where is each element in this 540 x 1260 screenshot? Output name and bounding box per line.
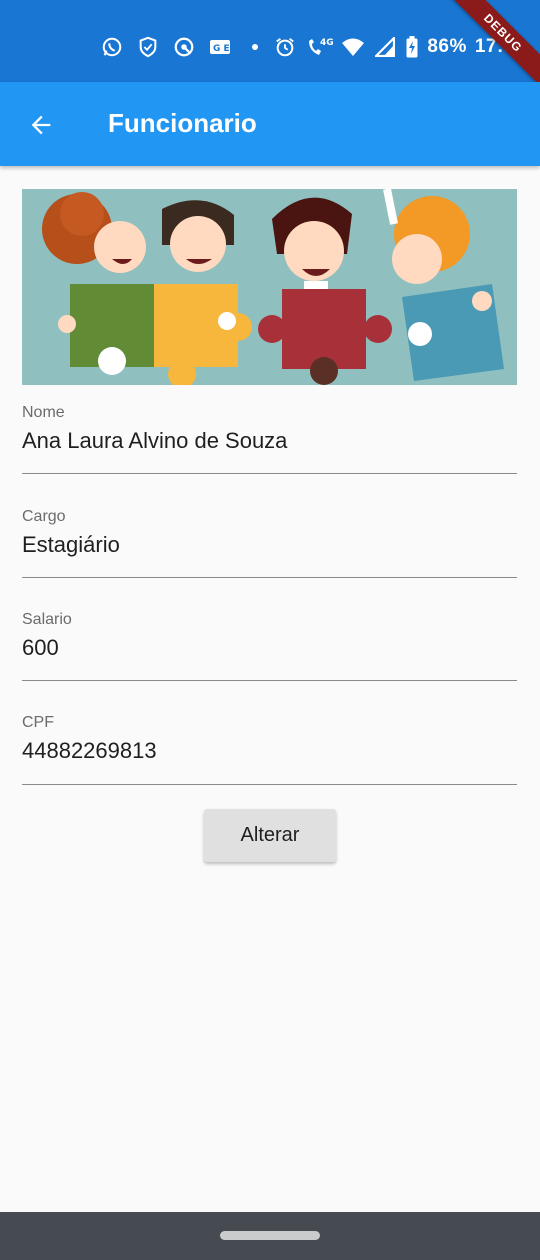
cargo-field[interactable]: Cargo Estagiário xyxy=(22,508,517,578)
home-gesture-handle[interactable] xyxy=(220,1231,320,1240)
field-label: Salario xyxy=(22,611,72,628)
cpf-field[interactable]: CPF 44882269813 xyxy=(22,714,517,785)
page-title: Funcionario xyxy=(108,108,257,138)
field-underline xyxy=(22,473,517,474)
nome-field[interactable]: Nome Ana Laura Alvino de Souza xyxy=(22,404,517,474)
header-image xyxy=(22,189,517,385)
svg-text:4G: 4G xyxy=(320,38,333,48)
field-label: Nome xyxy=(22,404,65,421)
svg-text:G E: G E xyxy=(213,44,230,54)
field-label: CPF xyxy=(22,714,54,731)
notification-icons: G E xyxy=(100,35,266,59)
teamwork-puzzle-illustration xyxy=(22,189,517,385)
whatsapp-icon xyxy=(100,35,124,59)
signal-icon xyxy=(373,35,397,59)
system-navigation-bar xyxy=(0,1212,540,1260)
back-button[interactable] xyxy=(22,106,60,144)
battery-percentage: 86% xyxy=(427,36,467,57)
field-underline xyxy=(22,680,517,681)
arrow-back-icon xyxy=(31,115,51,135)
nome-input[interactable]: Ana Laura Alvino de Souza xyxy=(22,428,517,454)
volte-4g-icon: 4G xyxy=(305,35,333,59)
cargo-input[interactable]: Estagiário xyxy=(22,532,517,558)
field-underline xyxy=(22,784,517,785)
alterar-button[interactable]: Alterar xyxy=(204,809,336,862)
wifi-icon xyxy=(341,35,365,59)
shield-icon xyxy=(136,35,160,59)
salario-input[interactable]: 600 xyxy=(22,635,517,661)
status-bar: G E 4G 86% 17:54 xyxy=(0,0,540,82)
field-label: Cargo xyxy=(22,508,66,525)
battery-icon xyxy=(405,35,419,59)
alarm-icon xyxy=(273,35,297,59)
more-notifications-dot xyxy=(252,44,258,50)
system-icons: 4G 86% 17:54 xyxy=(273,35,526,59)
field-underline xyxy=(22,577,517,578)
salario-field[interactable]: Salario 600 xyxy=(22,611,517,681)
gallery-icon: G E xyxy=(208,35,232,59)
cpf-input[interactable]: 44882269813 xyxy=(22,738,517,764)
vpn-icon xyxy=(172,35,196,59)
app-bar: Funcionario xyxy=(0,82,540,166)
